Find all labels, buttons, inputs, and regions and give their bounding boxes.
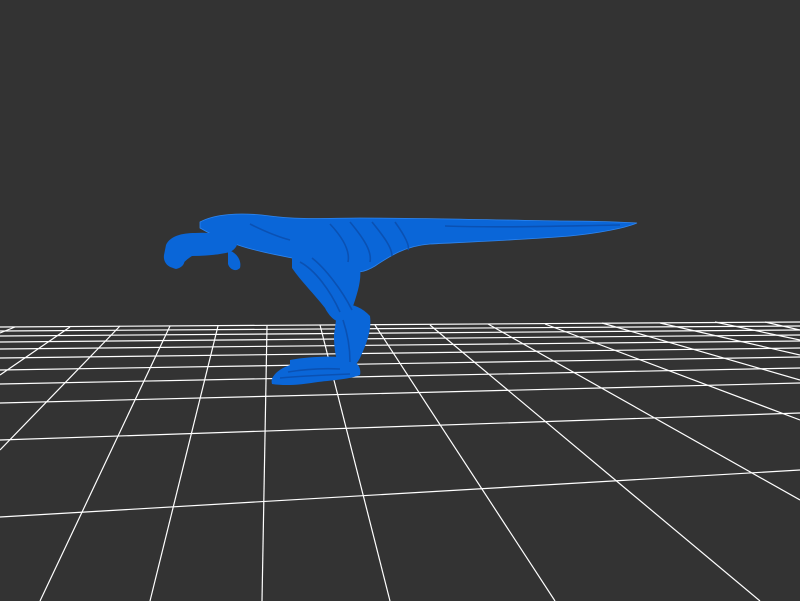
grid-line [0,325,121,451]
grid-line [0,329,800,337]
grid-line [0,382,800,404]
model-body [199,213,638,273]
grid-line [659,322,800,356]
grid-line [0,347,800,359]
grid-line [261,325,268,601]
3d-viewport[interactable] [0,0,800,601]
grid-line [374,324,556,601]
grid-line [39,325,171,601]
ground-grid [0,321,800,601]
grid-line [0,412,800,441]
grid-line [0,326,71,376]
dinosaur-model[interactable] [163,213,638,386]
grid-line [0,334,800,343]
3d-scene-canvas[interactable] [0,0,800,601]
grid-line [429,324,761,601]
grid-line [0,326,16,334]
grid-line [0,367,800,385]
model-foot [271,356,361,386]
grid-line [0,469,800,518]
model-arm [228,250,241,271]
